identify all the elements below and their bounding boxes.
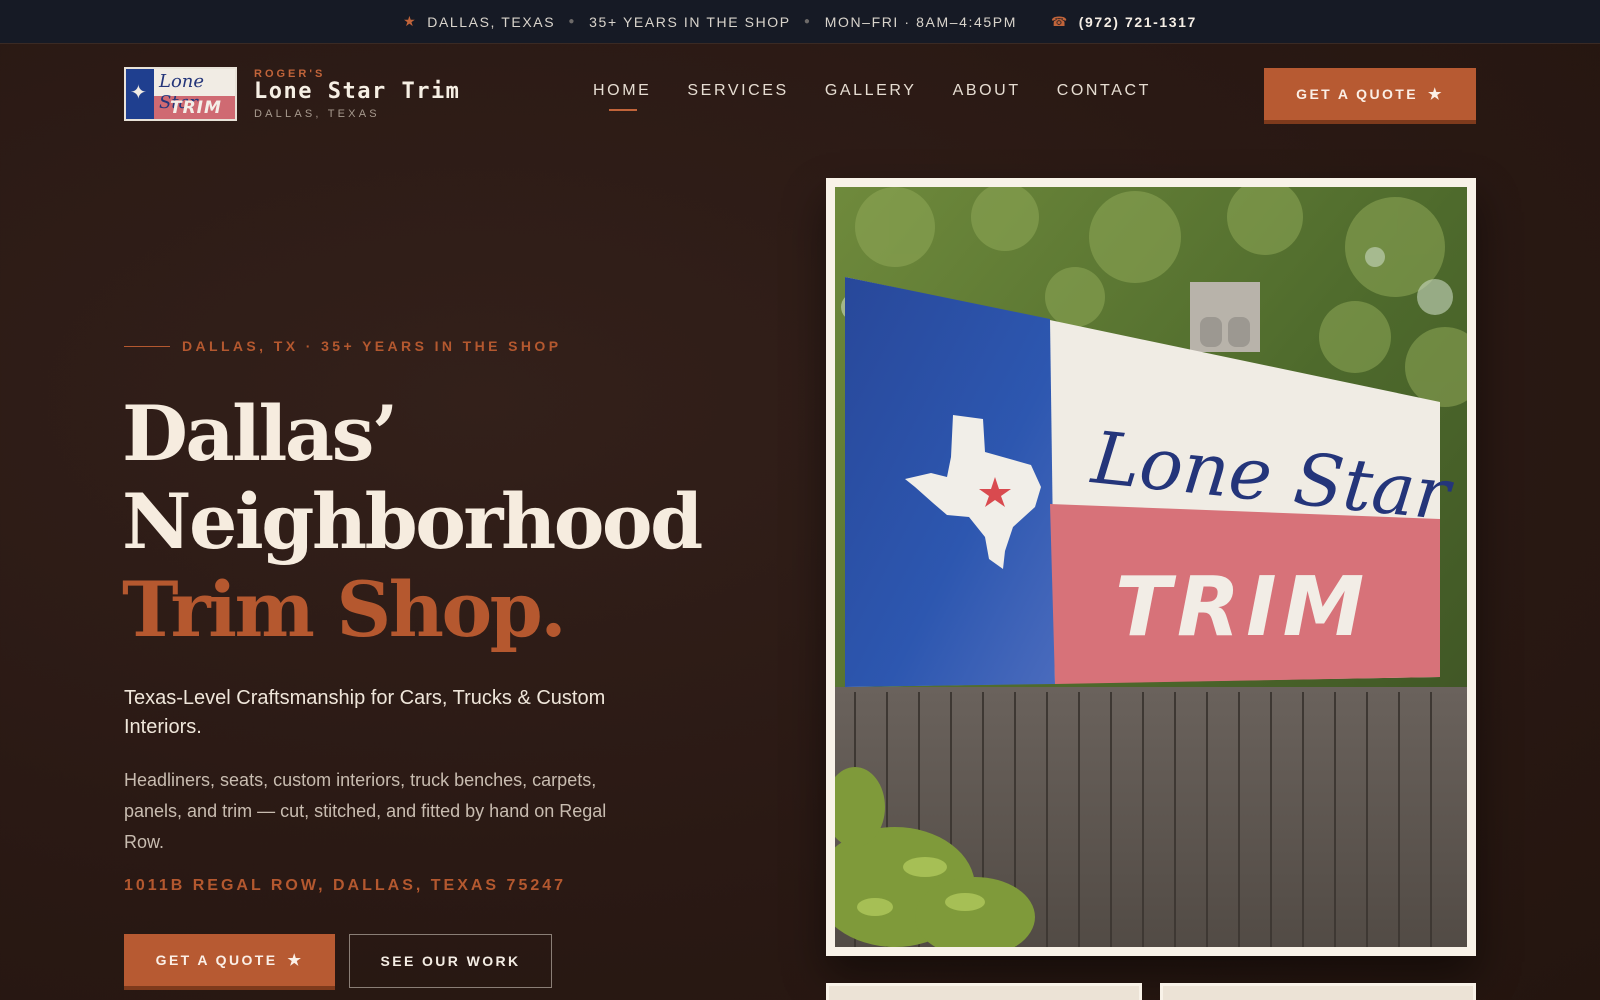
hero-subhead: Texas-Level Craftsmanship for Cars, Truc… bbox=[124, 687, 606, 738]
hero-eyebrow-text: DALLAS, TX · 35+ YEARS IN THE SHOP bbox=[182, 338, 562, 354]
brand-name[interactable]: Lone Star Trim bbox=[254, 79, 460, 104]
headline-accent: Trim Shop. bbox=[122, 565, 567, 654]
topbar-phone-text[interactable]: (972) 721-1317 bbox=[1079, 14, 1197, 30]
shop-address: 1011B REGAL ROW, DALLAS, TEXAS 75247 bbox=[124, 877, 567, 894]
topbar-phone-link[interactable]: ☎ (972) 721-1317 bbox=[1051, 14, 1197, 30]
star-icon: ★ bbox=[287, 952, 304, 969]
main-navigation: ✦ Lone Star TRIM ROGER'S Lone Star Trim … bbox=[0, 44, 1600, 140]
hero-get-quote-button[interactable]: GET A QUOTE ★ bbox=[124, 934, 335, 986]
headline-line-1: Dallas’ bbox=[122, 389, 398, 478]
topbar-hours-text: MON–FRI · 8AM–4:45PM bbox=[824, 13, 1017, 30]
separator-dot: ● bbox=[568, 16, 576, 27]
phone-icon: ☎ bbox=[1050, 13, 1069, 29]
hero-eyebrow: DALLAS, TX · 35+ YEARS IN THE SHOP bbox=[124, 338, 561, 354]
nav-item-gallery[interactable]: GALLERY bbox=[825, 82, 917, 100]
nav-item-contact[interactable]: CONTACT bbox=[1057, 82, 1151, 100]
nav-item-home[interactable]: HOME bbox=[593, 82, 651, 111]
star-icon: ★ bbox=[403, 13, 418, 29]
topbar-experience: 35+ YEARS IN THE SHOP bbox=[589, 14, 791, 30]
shop-sign-photo: Lone Star TRIM bbox=[835, 187, 1467, 947]
nav-get-quote-label: GET A QUOTE bbox=[1296, 86, 1418, 102]
hero-photo-frame: Lone Star TRIM bbox=[826, 178, 1476, 956]
gallery-thumbnail[interactable] bbox=[826, 983, 1142, 1000]
headline-line-2: Neighborhood bbox=[122, 477, 703, 566]
hero-body-copy: Headliners, seats, custom interiors, tru… bbox=[124, 770, 607, 852]
eyebrow-rule bbox=[124, 345, 170, 347]
topbar-hours: MON–FRI · 8AM–4:45PM bbox=[825, 14, 1017, 30]
star-icon: ★ bbox=[1427, 86, 1444, 103]
separator-dot: ● bbox=[803, 16, 812, 27]
hero-get-quote-label: GET A QUOTE bbox=[155, 952, 278, 968]
nav-menu: HOME SERVICES GALLERY ABOUT CONTACT bbox=[593, 82, 1187, 111]
topbar-experience-text: 35+ YEARS IN THE SHOP bbox=[589, 13, 791, 30]
shop-sign-illustration: Lone Star TRIM bbox=[835, 187, 1467, 947]
hero-headline: Dallas’ Neighborhood Trim Shop. bbox=[122, 389, 703, 654]
gallery-thumbnail[interactable] bbox=[1160, 983, 1476, 1000]
sign-trim-text: TRIM bbox=[1115, 560, 1370, 655]
logo-trim-text: TRIM bbox=[170, 98, 222, 118]
see-our-work-label: SEE OUR WORK bbox=[380, 953, 521, 969]
texas-shape-icon: ✦ bbox=[130, 82, 147, 104]
brand-city: DALLAS, TEXAS bbox=[254, 108, 380, 120]
nav-item-services[interactable]: SERVICES bbox=[687, 82, 788, 100]
nav-item-about[interactable]: ABOUT bbox=[953, 82, 1021, 100]
topbar-location-text: DALLAS, TEXAS bbox=[427, 13, 556, 30]
topbar-location: ★ DALLAS, TEXAS bbox=[403, 13, 555, 30]
brand-logo[interactable]: ✦ Lone Star TRIM bbox=[124, 67, 237, 121]
nav-get-quote-button[interactable]: GET A QUOTE ★ bbox=[1264, 68, 1476, 120]
see-our-work-button[interactable]: SEE OUR WORK bbox=[349, 934, 552, 988]
top-info-bar: ★ DALLAS, TEXAS ● 35+ YEARS IN THE SHOP … bbox=[0, 0, 1600, 44]
